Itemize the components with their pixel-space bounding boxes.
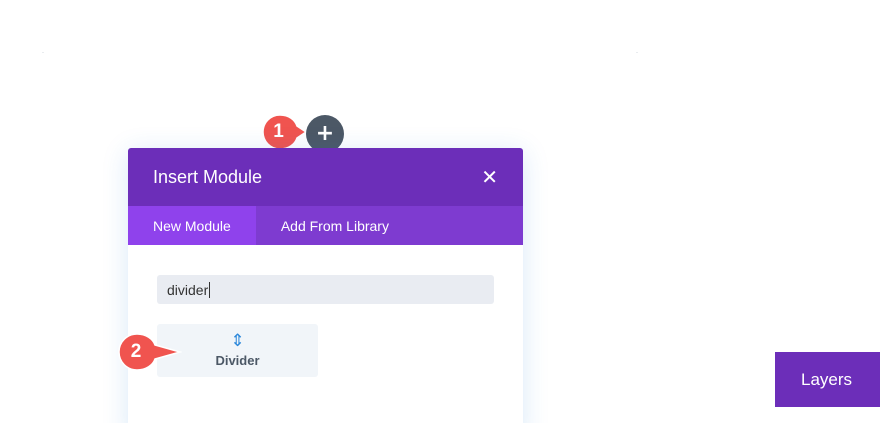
divider-icon: ⇕ [230, 331, 245, 351]
tab-add-from-library[interactable]: Add From Library [256, 206, 414, 245]
dot-marker [42, 52, 44, 53]
page: + 1 Insert Module ✕ New Module Add From … [0, 0, 880, 423]
tab-new-module[interactable]: New Module [128, 206, 256, 245]
plus-icon: + [315, 121, 335, 146]
callout-number: 2 [130, 341, 142, 362]
module-label: Divider [215, 353, 260, 368]
text-cursor [209, 281, 211, 298]
modal-tabs: New Module Add From Library [128, 206, 523, 245]
layers-button[interactable]: Layers [775, 352, 880, 407]
step-callout-2: 2 [118, 333, 182, 371]
modal-title: Insert Module [153, 166, 263, 187]
step-callout-1: 1 [262, 114, 306, 150]
modal-header: Insert Module ✕ [128, 148, 523, 206]
search-value: divider [167, 281, 209, 298]
modal-body: divider ⇕ Divider [128, 245, 523, 377]
insert-module-modal: Insert Module ✕ New Module Add From Libr… [128, 148, 523, 423]
close-icon[interactable]: ✕ [481, 167, 498, 187]
dot-marker [636, 52, 638, 53]
module-search-input[interactable]: divider [157, 275, 494, 304]
callout-number: 1 [273, 121, 284, 142]
